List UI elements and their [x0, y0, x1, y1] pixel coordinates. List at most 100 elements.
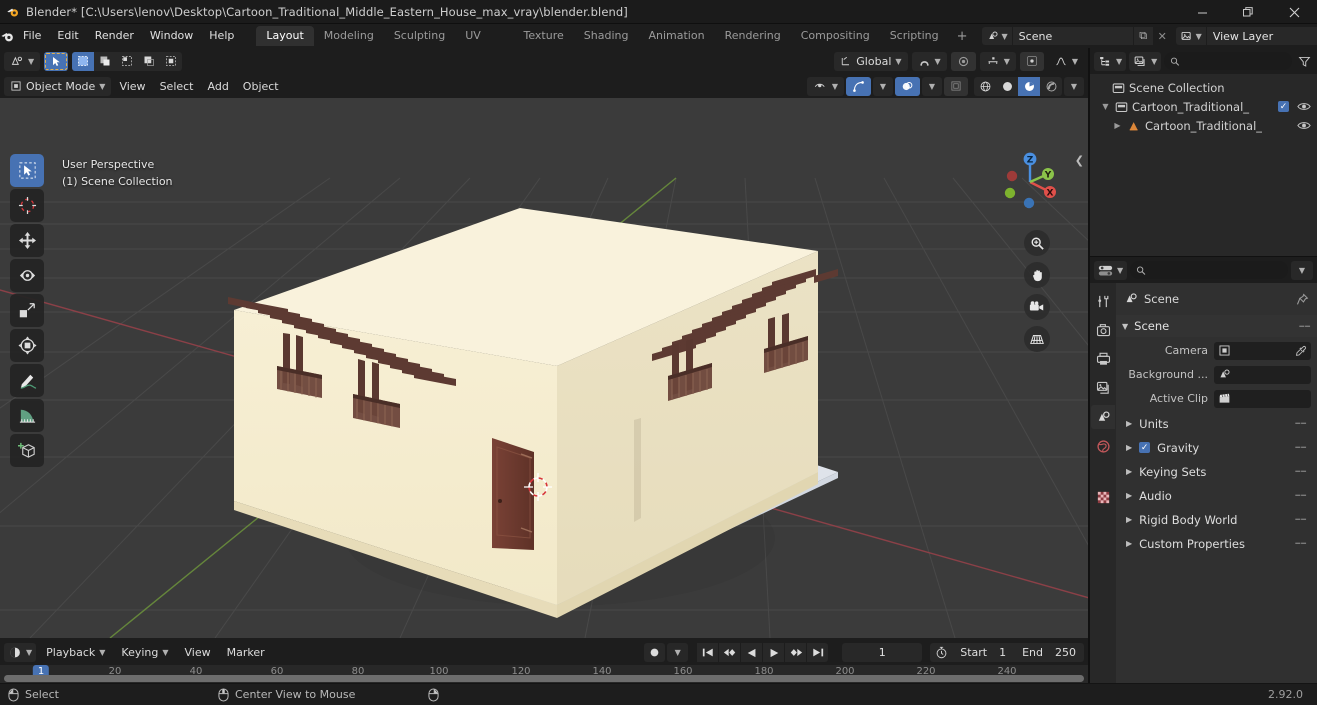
- timeline-menu-marker[interactable]: Marker: [221, 643, 271, 662]
- select-set-icon[interactable]: [72, 51, 95, 71]
- auto-keying-dropdown[interactable]: ▼: [667, 643, 689, 662]
- shading-solid-icon[interactable]: [996, 77, 1018, 96]
- timeline-editor-type-selector[interactable]: ▼: [4, 643, 37, 662]
- properties-tab-view-layer[interactable]: [1091, 376, 1115, 400]
- workspace-tab-layout[interactable]: Layout: [256, 26, 314, 46]
- workspace-tab-texture-paint[interactable]: Texture Paint: [514, 26, 574, 62]
- rotate-tool[interactable]: [10, 259, 44, 292]
- workspace-tab-scripting[interactable]: Scripting: [880, 26, 949, 46]
- chevron-right-icon[interactable]: ▶: [1112, 121, 1123, 130]
- section-audio[interactable]: ▶ Audio ━━: [1116, 484, 1317, 507]
- workspace-tab-compositing[interactable]: Compositing: [791, 26, 880, 46]
- eye-icon[interactable]: [1297, 120, 1311, 131]
- view-layer-browse-dropdown[interactable]: ▼: [1175, 27, 1206, 45]
- viewport-menu-select[interactable]: Select: [154, 77, 200, 96]
- current-frame-field[interactable]: 1: [842, 643, 923, 662]
- falloff-curve-dropdown[interactable]: ▼: [1048, 52, 1084, 71]
- timeline-menu-view[interactable]: View: [179, 643, 217, 662]
- section-units[interactable]: ▶ Units ━━: [1116, 412, 1317, 435]
- scene-name-field[interactable]: Scene: [1012, 27, 1133, 45]
- menu-window[interactable]: Window: [142, 27, 201, 45]
- blender-menu-icon[interactable]: [0, 29, 15, 44]
- end-frame-field[interactable]: End 250: [1014, 643, 1084, 662]
- timeline-menu-keying[interactable]: Keying ▼: [115, 643, 174, 662]
- shading-dropdown[interactable]: ▼: [1064, 76, 1084, 96]
- snap-increment-toggle[interactable]: ▼: [979, 51, 1016, 71]
- workspace-tab-modeling[interactable]: Modeling: [314, 26, 384, 46]
- outliner-display-mode-dropdown[interactable]: ▼: [1129, 51, 1162, 71]
- scene-unlink-button[interactable]: ✕: [1154, 27, 1171, 45]
- outliner-search-box[interactable]: [1164, 52, 1292, 70]
- measure-tool[interactable]: [10, 399, 44, 432]
- xray-toggle[interactable]: [944, 76, 968, 96]
- add-workspace-button[interactable]: +: [949, 29, 976, 44]
- overlays-dropdown[interactable]: ▼: [922, 76, 942, 96]
- outliner-filter-icon[interactable]: [1295, 55, 1313, 68]
- auto-keying-toggle[interactable]: [644, 643, 666, 662]
- move-tool[interactable]: [10, 224, 44, 257]
- toggle-perspective-icon[interactable]: [1024, 326, 1050, 352]
- visibility-dropdown[interactable]: ▼: [806, 76, 844, 96]
- chevron-down-icon[interactable]: ▼: [1100, 102, 1111, 111]
- scene-browse-dropdown[interactable]: ▼: [981, 27, 1012, 45]
- overlays-toggle[interactable]: [895, 76, 920, 96]
- select-extend-icon[interactable]: [94, 52, 116, 71]
- jump-to-end-button[interactable]: [807, 643, 829, 662]
- timeline-scrollbar-thumb[interactable]: [4, 675, 1084, 682]
- section-custom-properties[interactable]: ▶ Custom Properties ━━: [1116, 532, 1317, 555]
- prev-keyframe-button[interactable]: [719, 643, 741, 662]
- select-intersect-icon[interactable]: [160, 52, 182, 71]
- menu-render[interactable]: Render: [87, 27, 142, 45]
- background-scene-field[interactable]: [1214, 365, 1311, 384]
- camera-field[interactable]: [1214, 341, 1311, 360]
- properties-tab-render[interactable]: [1091, 318, 1115, 342]
- properties-tab-texture[interactable]: [1091, 485, 1115, 509]
- pin-icon[interactable]: [1296, 293, 1309, 306]
- properties-tab-output[interactable]: [1091, 347, 1115, 371]
- jump-to-start-button[interactable]: [697, 643, 719, 662]
- workspace-tab-shading[interactable]: Shading: [574, 26, 639, 46]
- proportional-falloff-toggle[interactable]: [1019, 51, 1044, 71]
- properties-search-input[interactable]: [1150, 263, 1282, 277]
- menu-file[interactable]: File: [15, 27, 49, 45]
- outliner-row-scene-collection[interactable]: Scene Collection: [1090, 78, 1317, 97]
- zoom-icon[interactable]: [1024, 230, 1050, 256]
- workspace-tab-sculpting[interactable]: Sculpting: [384, 26, 455, 46]
- shading-rendered-icon[interactable]: [1040, 77, 1062, 96]
- cursor-tool[interactable]: [10, 189, 44, 222]
- menu-edit[interactable]: Edit: [49, 27, 86, 45]
- gizmo-dropdown[interactable]: ▼: [873, 76, 893, 96]
- outliner-editor-type-selector[interactable]: ▼: [1094, 51, 1127, 71]
- annotate-tool[interactable]: [10, 364, 44, 397]
- viewport-menu-object[interactable]: Object: [237, 77, 285, 96]
- minimize-button[interactable]: [1179, 0, 1225, 24]
- timeline-scrollbar[interactable]: [0, 674, 1088, 683]
- object-mode-dropdown[interactable]: Object Mode ▼: [4, 76, 112, 96]
- proportional-editing-toggle[interactable]: [950, 51, 976, 71]
- properties-tab-world[interactable]: [1091, 434, 1115, 458]
- properties-tab-tool[interactable]: [1091, 289, 1115, 313]
- timeline-menu-playback[interactable]: Playback ▼: [40, 643, 111, 662]
- shading-material-preview-icon[interactable]: [1018, 76, 1040, 96]
- properties-tab-scene[interactable]: [1091, 405, 1115, 429]
- camera-view-icon[interactable]: [1024, 294, 1050, 320]
- play-button[interactable]: [763, 643, 785, 662]
- viewport-canvas[interactable]: User Perspective (1) Scene Collection Y …: [0, 98, 1088, 638]
- select-subtract-icon[interactable]: [116, 52, 138, 71]
- view-layer-name-field[interactable]: View Layer: [1206, 27, 1317, 45]
- properties-search-box[interactable]: [1130, 261, 1288, 279]
- eye-icon[interactable]: [1297, 101, 1311, 112]
- select-box-tool[interactable]: [10, 154, 44, 187]
- add-cube-tool[interactable]: [10, 434, 44, 467]
- editor-type-selector[interactable]: ▼: [4, 51, 41, 71]
- eyedropper-icon[interactable]: [1295, 345, 1307, 357]
- play-reverse-button[interactable]: [741, 643, 763, 662]
- maximize-restore-button[interactable]: [1225, 0, 1271, 24]
- snap-target-dropdown[interactable]: ▼: [911, 51, 947, 71]
- workspace-tab-rendering[interactable]: Rendering: [715, 26, 791, 46]
- active-clip-field[interactable]: [1214, 389, 1311, 408]
- close-button[interactable]: [1271, 0, 1317, 24]
- gizmo-toggle[interactable]: [846, 76, 871, 96]
- section-gravity[interactable]: ▶ ✓ Gravity ━━: [1116, 436, 1317, 459]
- use-preview-range-icon[interactable]: [930, 643, 952, 662]
